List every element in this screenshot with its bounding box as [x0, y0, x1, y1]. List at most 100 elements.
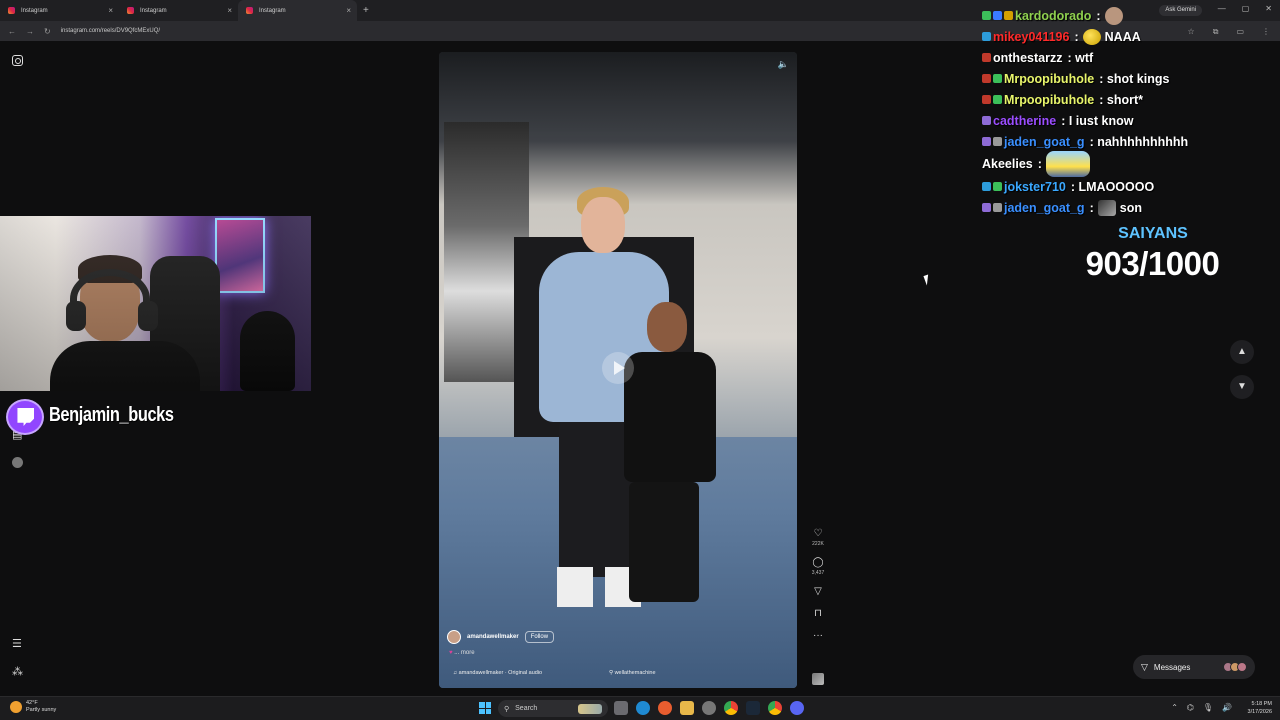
close-tab-icon[interactable]: × [227, 6, 232, 15]
edge-icon[interactable] [636, 701, 650, 715]
tab-label: Instagram [259, 7, 286, 14]
chrome-icon[interactable] [724, 701, 738, 715]
firefox-icon[interactable] [658, 701, 672, 715]
previous-reel-button[interactable]: ▲ [1230, 340, 1254, 364]
chat-text: I iust know [1068, 113, 1134, 128]
network-icon[interactable]: ⌬ [1187, 703, 1194, 712]
audio-thumbnail[interactable] [812, 673, 824, 685]
taskbar-search[interactable]: ⚲ Search [498, 700, 608, 717]
chat-emote [1045, 151, 1090, 177]
comment-icon[interactable]: ◯ [809, 557, 827, 569]
author-avatar[interactable] [447, 630, 461, 644]
reel-actions: ♡ 222K ◯ 3,437 ▽ ⊓ ··· [809, 528, 827, 652]
steam-icon[interactable] [746, 701, 760, 715]
chat-username: mikey041196 [993, 29, 1070, 44]
avatar [1237, 662, 1247, 672]
chat-message: cadtherine : I iust know [982, 110, 1272, 131]
system-tray: ⌃ ⌬ 🎙 🔊 [1171, 703, 1232, 712]
reload-icon[interactable]: ↻ [44, 27, 51, 36]
share-action[interactable]: ▽ [809, 586, 827, 598]
tagged-user[interactable]: ⚲ wellathemachine [609, 670, 656, 676]
streamer-name: Benjamin_bucks [49, 404, 174, 426]
chrome-icon[interactable] [768, 701, 782, 715]
settings-icon[interactable] [702, 701, 716, 715]
weather-widget[interactable]: 42°F Partly sunny [10, 700, 56, 714]
more-apps-icon[interactable]: ⁂ [12, 665, 23, 678]
heart-small-icon: ♥ [449, 650, 453, 656]
file-explorer-icon[interactable] [680, 701, 694, 715]
browser-tab[interactable]: Instagram × [119, 0, 238, 21]
chat-username: Mrpoopibuhole [1004, 92, 1095, 107]
more-action[interactable]: ··· [809, 630, 827, 642]
volume-icon[interactable]: 🔈 [778, 59, 789, 70]
chat-message: Akeelies : [982, 151, 1272, 177]
chat-badge-icon [993, 11, 1002, 20]
instagram-favicon-icon [246, 7, 253, 14]
search-highlight-image [578, 703, 602, 714]
back-icon[interactable]: ← [8, 27, 16, 36]
browser-tab[interactable]: Instagram × [0, 0, 119, 21]
chat-message: jaden_goat_g : nahhhhhhhhhh [982, 131, 1272, 152]
chat-badge-icon [993, 74, 1002, 83]
chat-username: jaden_goat_g [1004, 200, 1085, 215]
audio-label: amandawellmaker · Original audio [458, 670, 543, 676]
chat-text: nahhhhhhhhhh [1097, 134, 1189, 149]
browser-tab-active[interactable]: Instagram × [238, 0, 357, 21]
twitch-chat: kardodorado : mikey041196 : NAAA onthest… [982, 5, 1272, 218]
microphone-icon[interactable]: 🎙 [1203, 703, 1213, 712]
like-count: 222K [812, 541, 824, 547]
discord-icon[interactable] [790, 701, 804, 715]
chat-username: onthestarzz [993, 50, 1063, 65]
send-icon: ▽ [1141, 661, 1148, 672]
more-link[interactable]: ... more [454, 650, 474, 656]
play-icon[interactable] [602, 352, 634, 384]
comment-action[interactable]: ◯ 3,437 [809, 557, 827, 576]
url-field[interactable]: instagram.com/reels/DV9QfcMExUQ/ [61, 28, 160, 34]
forward-icon[interactable]: → [26, 27, 34, 36]
chat-badge-icon [993, 137, 1002, 146]
more-dots-icon[interactable]: ··· [809, 630, 827, 642]
instagram-favicon-icon [8, 7, 15, 14]
streamer-webcam [0, 216, 311, 391]
mouse-cursor-icon [923, 274, 932, 286]
system-clock[interactable]: 5:18 PM 3/17/2026 [1248, 700, 1272, 716]
new-tab-button[interactable]: + [363, 5, 369, 16]
chat-badge-icon [993, 182, 1002, 191]
original-audio[interactable]: ♫ amandawellmaker · Original audio [453, 670, 542, 676]
instagram-logo-icon[interactable] [12, 55, 23, 66]
share-icon[interactable]: ▽ [809, 586, 827, 598]
weather-desc: Partly sunny [26, 707, 57, 713]
save-action[interactable]: ⊓ [809, 608, 827, 620]
next-reel-button[interactable]: ▼ [1230, 375, 1254, 399]
author-username[interactable]: amandawellmaker [467, 634, 519, 640]
chevron-up-icon[interactable]: ⌃ [1171, 703, 1178, 712]
tab-label: Instagram [21, 7, 48, 14]
close-tab-icon[interactable]: × [108, 6, 113, 15]
follow-button[interactable]: Follow [524, 631, 555, 643]
chat-badge-icon [1004, 11, 1013, 20]
windows-start-icon[interactable] [479, 702, 491, 714]
caption-more[interactable]: ♥ ... more [449, 650, 475, 656]
close-tab-icon[interactable]: × [346, 6, 351, 15]
heart-icon[interactable]: ♡ [809, 528, 827, 540]
chat-message: kardodorado : [982, 5, 1272, 26]
reel-video[interactable]: 🔈 amandawellmaker Follow ♥ ... more ♫ am… [439, 52, 797, 688]
chat-badge-icon [982, 74, 991, 83]
taskbar-apps [614, 701, 804, 715]
like-action[interactable]: ♡ 222K [809, 528, 827, 547]
messages-button[interactable]: ▽ Messages [1133, 655, 1255, 679]
chat-text: wtf [1075, 50, 1094, 65]
menu-icon[interactable]: ☰ [12, 637, 22, 650]
weather-temp: 42°F [26, 700, 38, 706]
volume-tray-icon[interactable]: 🔊 [1222, 703, 1232, 712]
tagged-username: wellathemachine [614, 670, 656, 676]
chat-message: mikey041196 : NAAA [982, 26, 1272, 47]
chat-text: short* [1106, 92, 1144, 107]
profile-avatar[interactable] [12, 457, 23, 468]
bookmark-icon[interactable]: ⊓ [809, 608, 827, 620]
task-view-icon[interactable] [614, 701, 628, 715]
person-icon: ⚲ [609, 670, 614, 676]
chat-username: jaden_goat_g [1004, 134, 1085, 149]
chat-text: LMAOOOOO [1078, 179, 1155, 194]
chat-badge-icon [982, 182, 991, 191]
